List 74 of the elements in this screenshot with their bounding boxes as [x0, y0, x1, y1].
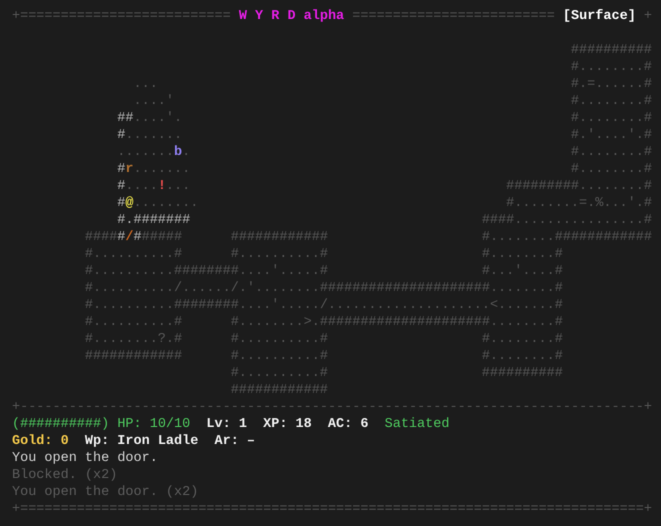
map-tiles: #...'....#: [482, 263, 563, 280]
map-tiles: #........#: [570, 110, 652, 127]
map-tiles: #: [117, 127, 126, 144]
map-tiles: #..........#: [84, 314, 182, 331]
map-tiles: #........#: [482, 348, 563, 365]
armor-readout: Ar: –: [214, 433, 256, 450]
map-tiles: .......: [134, 161, 190, 178]
map-tiles: #: [117, 178, 126, 195]
border-corner: +: [644, 8, 652, 25]
map-tiles: #: [134, 229, 142, 246]
map-tiles: #..........#: [84, 246, 182, 263]
player-glyph: @: [125, 195, 134, 212]
map-tiles: ############: [230, 382, 328, 399]
game-title: W Y R D alpha: [238, 8, 344, 25]
monster-glyph: b: [174, 144, 182, 161]
map-tiles: #: [117, 195, 126, 212]
map-tiles: ...: [166, 178, 190, 195]
map-tiles: ####................#: [482, 212, 652, 229]
item-glyph: !: [158, 178, 166, 195]
map-tiles: #........?.#: [84, 331, 182, 348]
map-tiles: ############: [230, 229, 328, 246]
map-tiles: #####: [142, 229, 182, 246]
map-tiles: #########........#: [506, 178, 652, 195]
map-tiles: #..........#: [230, 331, 328, 348]
experience-readout: XP: 18: [263, 416, 312, 433]
map-tiles: ....': [134, 93, 174, 110]
map-tiles: #........=.%...'.#: [506, 195, 652, 212]
message-line: Blocked. (x2): [12, 467, 118, 484]
map-tiles: #: [117, 229, 126, 246]
map-tiles: #.'....'.#: [570, 127, 652, 144]
location-label: [Surface]: [562, 8, 636, 25]
health-readout: (##########) HP: 10/10: [12, 416, 190, 433]
hunger-status: Satiated: [384, 416, 450, 433]
map-tiles: #........#: [482, 246, 563, 263]
map-tiles: #.=......#: [570, 76, 652, 93]
map-tiles: #..........#: [230, 365, 328, 382]
border-rule: =========================: [352, 8, 555, 25]
map-tiles: ############: [84, 348, 182, 365]
border-rule: +=============================================================================+: [12, 501, 654, 518]
map-tiles: #........#: [482, 331, 563, 348]
map-tiles: #.#######: [117, 212, 190, 229]
map-tiles: ##########: [482, 365, 563, 382]
map-tiles: ....: [125, 178, 158, 195]
armor-class-readout: AC: 6: [328, 416, 368, 433]
coin-count: Gold: 0: [12, 433, 69, 450]
message-line: You open the door.: [12, 450, 158, 467]
map-tiles: #..........########....'...../....................<.......#: [84, 297, 563, 314]
map-tiles: #........#: [570, 93, 652, 110]
door-glyph: /: [125, 229, 134, 246]
map-tiles: #........#: [570, 59, 652, 76]
weapon-readout: Wp: Iron Ladle: [84, 433, 198, 450]
map-tiles: #........#: [570, 144, 652, 161]
level-readout: Lv: 1: [206, 416, 247, 433]
message-line: You open the door. (x2): [12, 484, 198, 501]
border-rule: +==========================: [12, 8, 231, 25]
map-tiles: ##########: [570, 42, 652, 59]
map-tiles: #........../....../.'........#####################........#: [84, 280, 563, 297]
map-tiles: .......: [117, 144, 174, 161]
map-tiles: ####: [84, 229, 118, 246]
map-tiles: ...: [134, 76, 158, 93]
map-tiles: ........: [134, 195, 198, 212]
map-tiles: .: [182, 144, 190, 161]
map-tiles: #: [117, 161, 126, 178]
map-tiles: #..........#: [230, 246, 328, 263]
map-tiles: ....'.: [134, 110, 182, 127]
map-tiles: #..........#: [230, 348, 328, 365]
monster-glyph: r: [125, 161, 134, 178]
map-tiles: ##: [117, 110, 134, 127]
border-rule: +-----------------------------------------------------------------------------+: [12, 399, 654, 416]
map-tiles: #........>.#####################........#: [230, 314, 563, 331]
map-tiles: #........############: [482, 229, 652, 246]
map-tiles: .......: [125, 127, 182, 144]
map-tiles: #........#: [570, 161, 652, 178]
map-tiles: #..........########....'.....#: [84, 263, 328, 280]
